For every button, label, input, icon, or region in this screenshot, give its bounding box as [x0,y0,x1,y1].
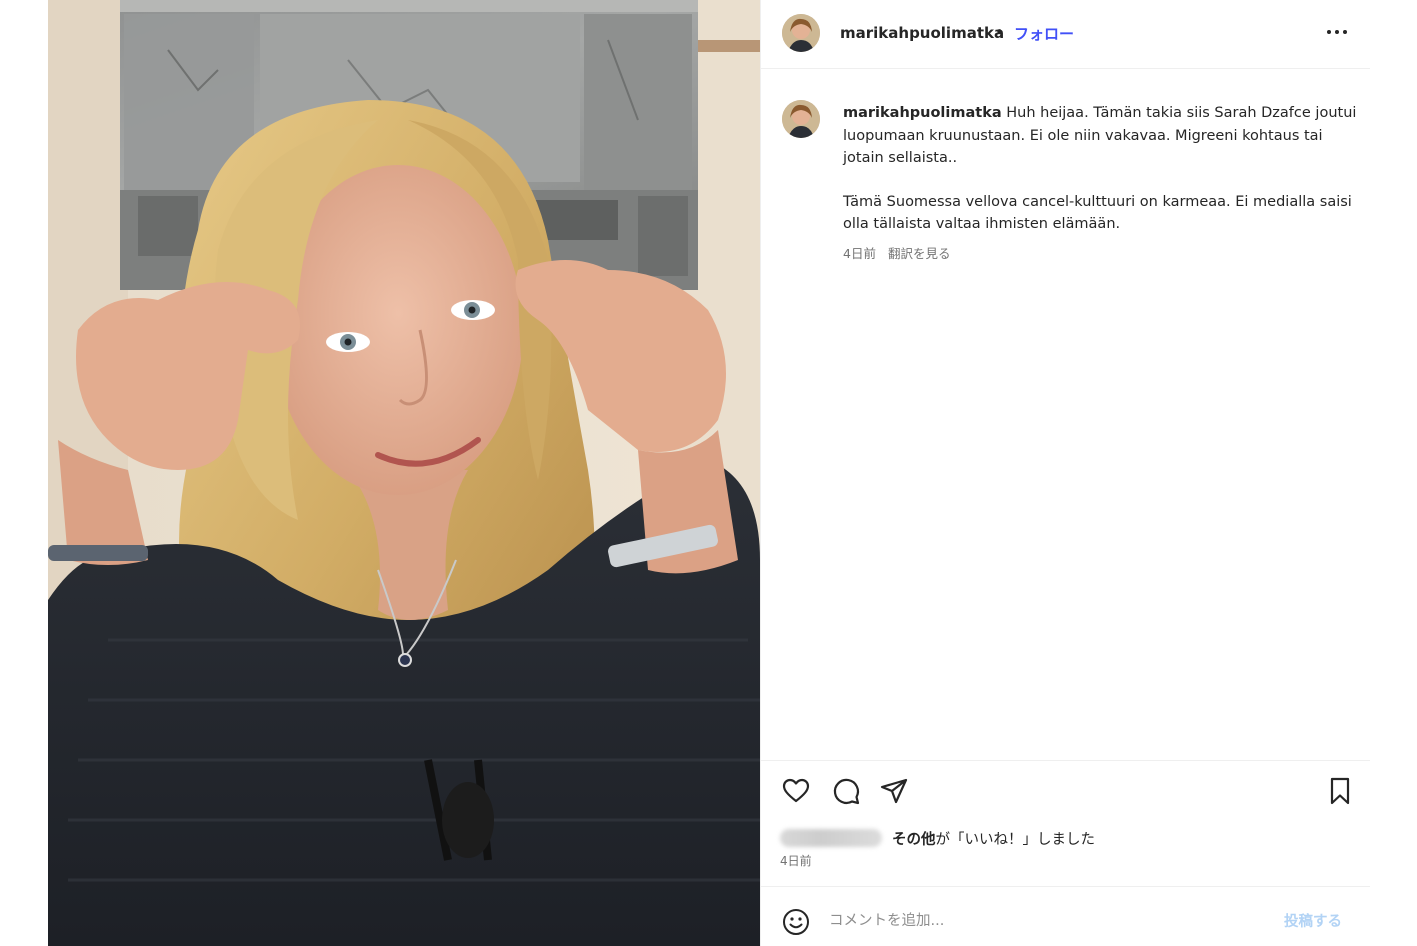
post-username-link[interactable]: marikahpuolimatka [840,24,1004,42]
avatar-image [782,14,820,52]
caption-avatar[interactable] [782,100,820,138]
post-timestamp: 4日前 [780,854,812,868]
caption-username-link[interactable]: marikahpuolimatka [843,105,1002,121]
caption-meta: 4日前 翻訳を見る [843,243,950,262]
bookmark-icon[interactable] [1325,776,1355,806]
blurred-username [780,829,882,847]
see-translation-button[interactable]: 翻訳を見る [888,246,951,261]
send-icon[interactable] [879,776,909,806]
post-detail-panel: marikahpuolimatka • フォロー marikahpuolimat… [760,0,1370,946]
comment-bar: 投稿する [761,886,1370,946]
post-photo-illustration [48,0,760,946]
likes-text[interactable]: その他が「いいね！」しました [892,828,1095,849]
likes-others-label: その他 [892,832,936,848]
action-bar [761,760,1370,805]
caption-timestamp: 4日前 [843,246,876,261]
post-header: marikahpuolimatka • フォロー [761,0,1370,69]
instagram-post-screen: marikahpuolimatka • フォロー marikahpuolimat… [0,0,1417,946]
caption-paragraph-2: Tämä Suomessa vellova cancel-kulttuuri o… [843,193,1352,233]
caption-avatar-image [782,100,820,138]
follow-button[interactable]: フォロー [1014,23,1074,44]
comment-input[interactable] [829,909,1209,933]
separator-dot: • [995,23,1004,41]
avatar[interactable] [782,14,820,52]
heart-icon[interactable] [781,776,811,806]
emoji-icon[interactable] [781,907,811,937]
likes-suffix: が「いいね！」しました [935,832,1096,848]
caption-text: marikahpuolimatka Huh heijaa. Tämän taki… [843,102,1359,236]
comment-icon[interactable] [831,776,861,806]
post-photo[interactable] [48,0,760,946]
post-comment-button[interactable]: 投稿する [1284,910,1342,931]
more-options-icon[interactable] [1324,18,1350,44]
